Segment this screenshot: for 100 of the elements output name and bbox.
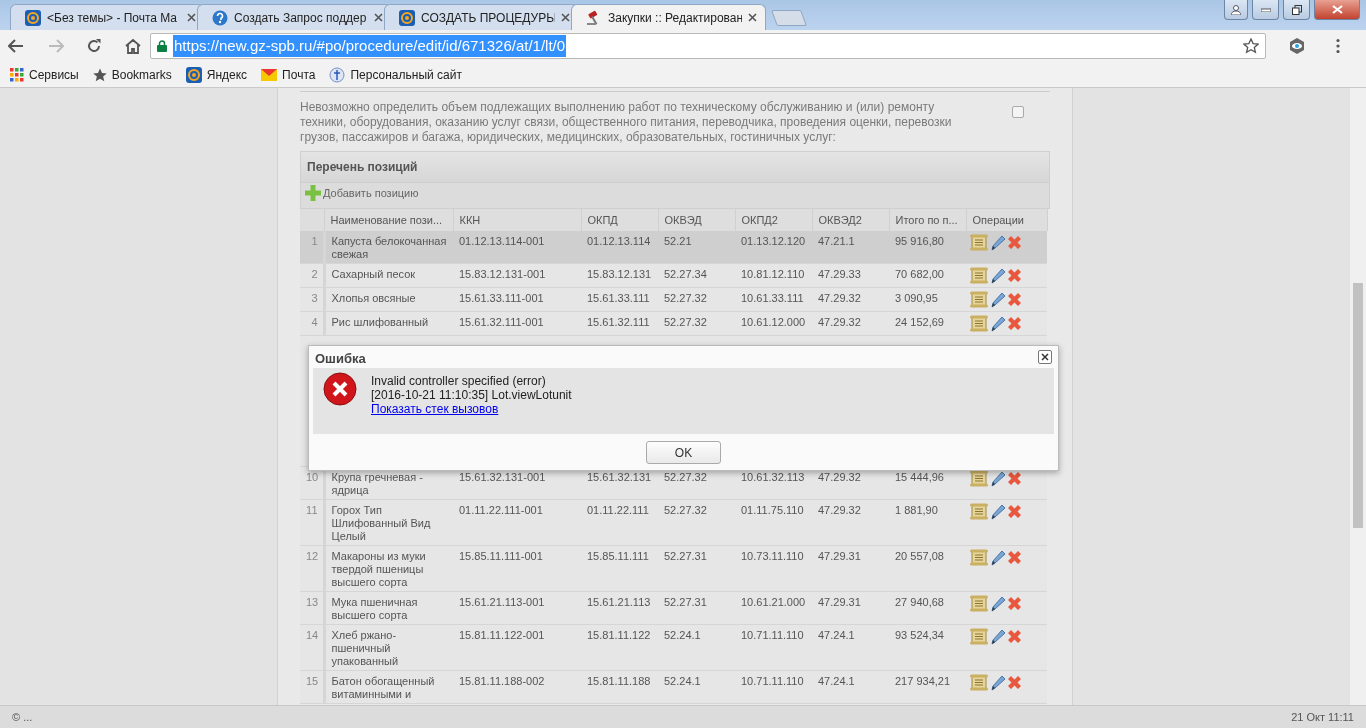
close-icon[interactable]: [374, 13, 383, 22]
bookmark[interactable]: Яндекс: [185, 65, 248, 84]
panel-title: Перечень позиций: [300, 151, 1050, 183]
browser-tab[interactable]: Закупки :: Редактирован: [571, 4, 766, 30]
close-button[interactable]: [1038, 350, 1052, 364]
scroll-icon[interactable]: [970, 674, 988, 692]
table-cell: 10.61.12.000: [735, 311, 812, 336]
notice-text: Невозможно определить объем подлежащих выполнению работ по техническому обслуживанию и (или) ремонту техники, оборудования, оказанию услуг связи, общественного питания, переводчика, проведения оценки, перевозки грузов, пассажиров и багажа, юридических, медицинских, образовательных, гостиничных услуг:: [300, 100, 953, 145]
table-cell: 3 090,95: [889, 287, 966, 312]
table-cell: 47.24.1: [812, 670, 889, 704]
delete-icon[interactable]: [1006, 674, 1023, 692]
delete-icon[interactable]: [1006, 470, 1023, 488]
table-cell: 70 682,00: [889, 263, 966, 288]
table-cell: 24 152,69: [889, 311, 966, 336]
pencil-icon[interactable]: [989, 291, 1005, 309]
column-header[interactable]: ОКВЭД: [658, 209, 735, 232]
scrollbar[interactable]: [1350, 88, 1366, 705]
scroll-icon[interactable]: [970, 470, 988, 488]
pencil-icon[interactable]: [989, 628, 1005, 646]
scroll-icon[interactable]: [970, 628, 988, 646]
delete-icon[interactable]: [1006, 267, 1023, 285]
row-number: 14: [300, 624, 324, 671]
column-header[interactable]: Операции: [966, 209, 1047, 232]
table-cell: 217 934,21: [889, 670, 966, 704]
error-message: [2016-10-21 11:10:35] Lot.viewLotunit: [371, 388, 572, 402]
envelope-icon: [261, 68, 278, 81]
column-header[interactable]: ОКВЭД2: [812, 209, 889, 232]
column-header[interactable]: Наименование пози...: [324, 209, 453, 232]
star-icon[interactable]: [1243, 38, 1259, 54]
pencil-icon[interactable]: [989, 595, 1005, 613]
table-cell: 52.27.34: [658, 263, 735, 288]
close-icon: [1041, 353, 1049, 361]
scroll-icon[interactable]: [970, 267, 988, 285]
menu-icon[interactable]: [1336, 38, 1340, 54]
delete-icon[interactable]: [1006, 234, 1023, 252]
pencil-icon[interactable]: [989, 503, 1005, 521]
pencil-icon[interactable]: [989, 267, 1005, 285]
row-number: 15: [300, 670, 324, 704]
bookmark[interactable]: Сервисы: [10, 65, 79, 84]
column-header[interactable]: ОКПД2: [735, 209, 812, 232]
home-icon[interactable]: [124, 38, 142, 54]
pencil-icon[interactable]: [989, 549, 1005, 567]
add-button[interactable]: Добавить позицию: [305, 185, 419, 202]
row-number: 12: [300, 545, 324, 592]
table-cell: 15.61.32.111: [581, 311, 658, 336]
plus-icon: [305, 185, 321, 202]
pencil-icon[interactable]: [989, 470, 1005, 488]
bookmark[interactable]: Bookmarks: [92, 65, 172, 84]
delete-icon[interactable]: [1006, 315, 1023, 333]
checkbox[interactable]: [1012, 106, 1024, 118]
bookmark[interactable]: Персональный сайт: [329, 65, 462, 84]
restore-button[interactable]: [1283, 0, 1310, 20]
table-cell: 15.83.12.131: [581, 263, 658, 288]
back-icon[interactable]: [8, 39, 24, 53]
delete-icon[interactable]: [1006, 291, 1023, 309]
delete-icon[interactable]: [1006, 503, 1023, 521]
table-cell: 15.85.11.111-001: [453, 545, 581, 592]
table-cell: 52.24.1: [658, 670, 735, 704]
delete-icon[interactable]: [1006, 628, 1023, 646]
pencil-icon[interactable]: [989, 234, 1005, 252]
close-icon[interactable]: [187, 13, 196, 22]
ok-button[interactable]: OK: [646, 441, 721, 464]
scroll-icon[interactable]: [970, 549, 988, 567]
star-icon: [92, 67, 107, 82]
table-cell: 15.61.21.113: [581, 591, 658, 625]
status-text: © ...: [12, 709, 33, 725]
pencil-icon[interactable]: [989, 674, 1005, 692]
table-cell: 15.61.21.113-001: [453, 591, 581, 625]
reload-icon[interactable]: [86, 38, 102, 54]
delete-icon[interactable]: [1006, 595, 1023, 613]
apps-icon: [10, 67, 24, 82]
bookmark[interactable]: Почта: [261, 65, 316, 84]
dialog-title: Ошибка: [314, 350, 367, 368]
row-number: 1: [300, 231, 324, 264]
restore-icon: [1291, 4, 1302, 15]
eye-icon[interactable]: [1288, 37, 1306, 55]
stack-trace-link[interactable]: Показать стек вызовов: [371, 402, 499, 416]
close-icon[interactable]: [748, 13, 757, 22]
close-icon: [1331, 5, 1343, 14]
column-header[interactable]: ОКПД: [581, 209, 658, 232]
scroll-thumb[interactable]: [1353, 283, 1363, 528]
table-cell: 10.71.11.110: [735, 670, 812, 704]
table-cell: 52.27.31: [658, 545, 735, 592]
table-cell: 15.81.11.122-001: [453, 624, 581, 671]
column-header[interactable]: Итого по п...: [889, 209, 966, 232]
pencil-icon[interactable]: [989, 315, 1005, 333]
table-cell: 10.61.33.111: [735, 287, 812, 312]
table-cell: 52.27.31: [658, 591, 735, 625]
delete-icon[interactable]: [1006, 549, 1023, 567]
scroll-icon[interactable]: [970, 291, 988, 309]
scroll-icon[interactable]: [970, 315, 988, 333]
scroll-icon[interactable]: [970, 595, 988, 613]
profile-button[interactable]: [1224, 0, 1248, 20]
scroll-icon[interactable]: [970, 503, 988, 521]
table-cell: 47.29.33: [812, 263, 889, 288]
lock-icon: [157, 40, 167, 52]
close-icon[interactable]: [561, 13, 570, 22]
column-header[interactable]: ККН: [453, 209, 581, 232]
table-cell: 47.29.32: [812, 311, 889, 336]
scroll-icon[interactable]: [970, 234, 988, 252]
